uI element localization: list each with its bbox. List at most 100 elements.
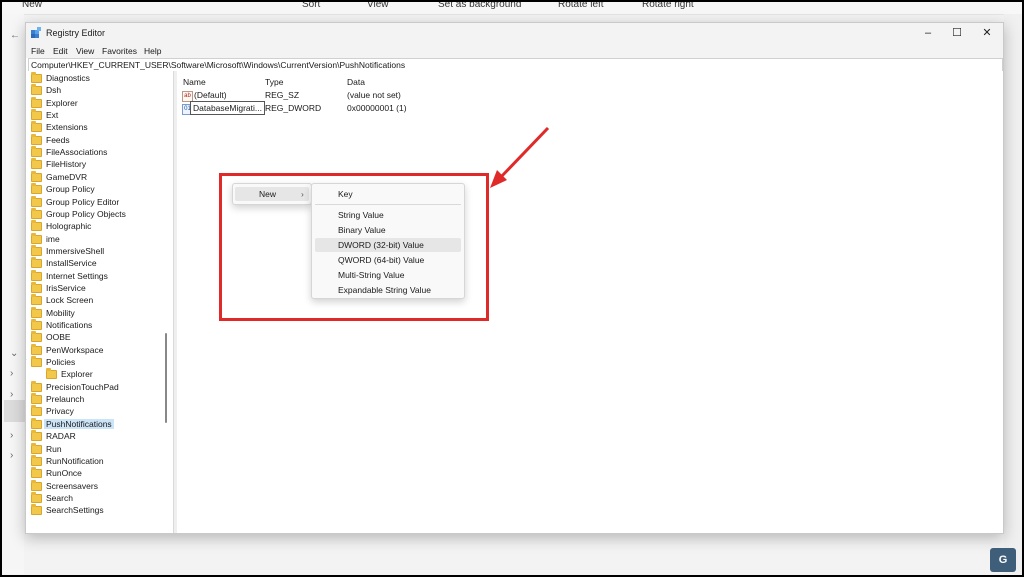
tree-item-label: Diagnostics [46, 73, 90, 83]
folder-icon [31, 72, 42, 83]
address-path: Computer\HKEY_CURRENT_USER\Software\Micr… [31, 60, 406, 70]
folder-icon [31, 244, 42, 256]
folder-icon [31, 491, 42, 503]
photos-rotate-left-button[interactable]: Rotate left [558, 0, 604, 10]
chevron-right-icon[interactable]: › [10, 430, 13, 441]
rename-value-field[interactable]: DatabaseMigrati... [190, 101, 265, 115]
folder-icon [31, 405, 42, 417]
folder-icon [46, 368, 57, 380]
expand-chevron-icon[interactable]: ˅ [26, 357, 27, 366]
tree-item-label: Dsh [46, 85, 62, 96]
tree-item-label: PrecisionTouchPad [46, 381, 119, 392]
tree-item-label: SearchSettings [46, 505, 104, 516]
photos-rotate-right-button[interactable]: Rotate right [642, 0, 694, 10]
photos-sort-button[interactable]: Sort [302, 0, 320, 10]
tree-item-label: InstallService [46, 258, 97, 269]
menu-file[interactable]: File [31, 46, 45, 56]
tree-item-label: Lock Screen [46, 295, 94, 306]
menu-help[interactable]: Help [144, 46, 161, 56]
folder-icon [31, 133, 42, 145]
photos-view-button[interactable]: View [367, 0, 389, 10]
value-type: REG_SZ [265, 90, 300, 100]
tree-scrollbar[interactable] [165, 333, 167, 423]
tree-item-label: ime [46, 233, 60, 244]
folder-icon [31, 84, 42, 96]
folder-icon [31, 96, 42, 108]
chevron-right-icon[interactable]: › [10, 389, 13, 400]
photos-set-background-button[interactable]: Set as background [438, 0, 521, 10]
site-watermark-logo: G [990, 548, 1016, 572]
registry-editor-window: Registry Editor – ☐ ✕ File Edit View Fav… [25, 22, 1004, 534]
title-bar: Registry Editor – ☐ ✕ [26, 23, 1003, 43]
tree-item-label: Search [46, 492, 73, 503]
side-strip-selection [4, 400, 26, 422]
menu-edit[interactable]: Edit [53, 46, 68, 56]
tree-item-label: Ext [46, 110, 59, 121]
tree-item-label: RunNotification [46, 455, 104, 466]
value-data: (value not set) [347, 90, 401, 100]
folder-icon [31, 393, 42, 405]
tree-item-label: RunOnce [46, 468, 82, 479]
folder-icon [31, 146, 42, 158]
column-header-type[interactable]: Type [265, 77, 283, 87]
folder-icon [31, 294, 42, 306]
tree-item-label: Mobility [46, 307, 75, 318]
tree-item-label: PushNotifications [44, 418, 114, 429]
maximize-button[interactable]: ☐ [942, 25, 972, 41]
tree-item-label: Internet Settings [46, 270, 108, 281]
tree-item-label: Run [46, 443, 62, 454]
registry-app-icon [31, 27, 41, 38]
chevron-down-icon[interactable]: ⌄ [10, 348, 18, 359]
value-data: 0x00000001 (1) [347, 103, 407, 113]
column-header-data[interactable]: Data [347, 77, 365, 87]
tree-item-label: Privacy [46, 406, 74, 417]
highlight-box [219, 173, 489, 321]
minimize-button[interactable]: – [913, 25, 943, 41]
folder-icon [31, 109, 42, 121]
value-type: REG_DWORD [265, 103, 322, 113]
photos-side-strip: ← ⌄ › › › › [2, 14, 26, 574]
tree-item-label: Feeds [46, 134, 70, 145]
chevron-right-icon[interactable]: › [10, 450, 13, 461]
photos-toolbar: New Sort View Set as background Rotate l… [2, 0, 1022, 15]
folder-icon [31, 232, 42, 244]
folder-icon [31, 454, 42, 466]
back-arrow-icon[interactable]: ← [10, 30, 20, 41]
column-header-name[interactable]: Name [183, 77, 206, 87]
folder-icon [31, 467, 42, 479]
folder-icon [31, 220, 42, 232]
value-name: (Default) [194, 90, 227, 100]
tree-item-label: Explorer [46, 97, 78, 108]
menu-favorites[interactable]: Favorites [102, 46, 137, 56]
folder-icon [31, 356, 42, 368]
address-bar[interactable]: Computer\HKEY_CURRENT_USER\Software\Micr… [28, 58, 1003, 72]
tree-item-label: Group Policy Editor [46, 196, 120, 207]
tree-item-label: Notifications [46, 320, 93, 330]
folder-icon [31, 170, 42, 182]
tree-item-label: Policies [46, 357, 76, 368]
folder-icon [31, 331, 42, 343]
folder-icon [31, 380, 42, 392]
folder-icon [31, 257, 42, 269]
folder-icon [31, 121, 42, 133]
folder-icon [31, 479, 42, 491]
close-button[interactable]: ✕ [972, 25, 1002, 41]
tree-item-label: Screensavers [46, 480, 98, 491]
tree-item-label: FileAssociations [46, 147, 108, 158]
tree-item-label: Group Policy Objects [46, 208, 126, 219]
folder-icon [31, 281, 42, 293]
folder-icon [31, 183, 42, 195]
tree-item-label: OOBE [46, 332, 71, 343]
folder-icon [31, 442, 42, 454]
menu-bar: File Edit View Favorites Help [26, 43, 1003, 58]
chevron-right-icon[interactable]: › [10, 368, 13, 379]
folder-icon [31, 430, 42, 442]
tree-item-label: Explorer [61, 369, 93, 380]
menu-view[interactable]: View [76, 46, 94, 56]
photos-new-button[interactable]: New [22, 0, 42, 10]
tree-item-label: IrisService [46, 282, 86, 293]
photos-right-strip [1004, 14, 1022, 574]
folder-icon [31, 195, 42, 207]
tree-item-label: GameDVR [46, 171, 88, 182]
window-title: Registry Editor [46, 28, 106, 38]
